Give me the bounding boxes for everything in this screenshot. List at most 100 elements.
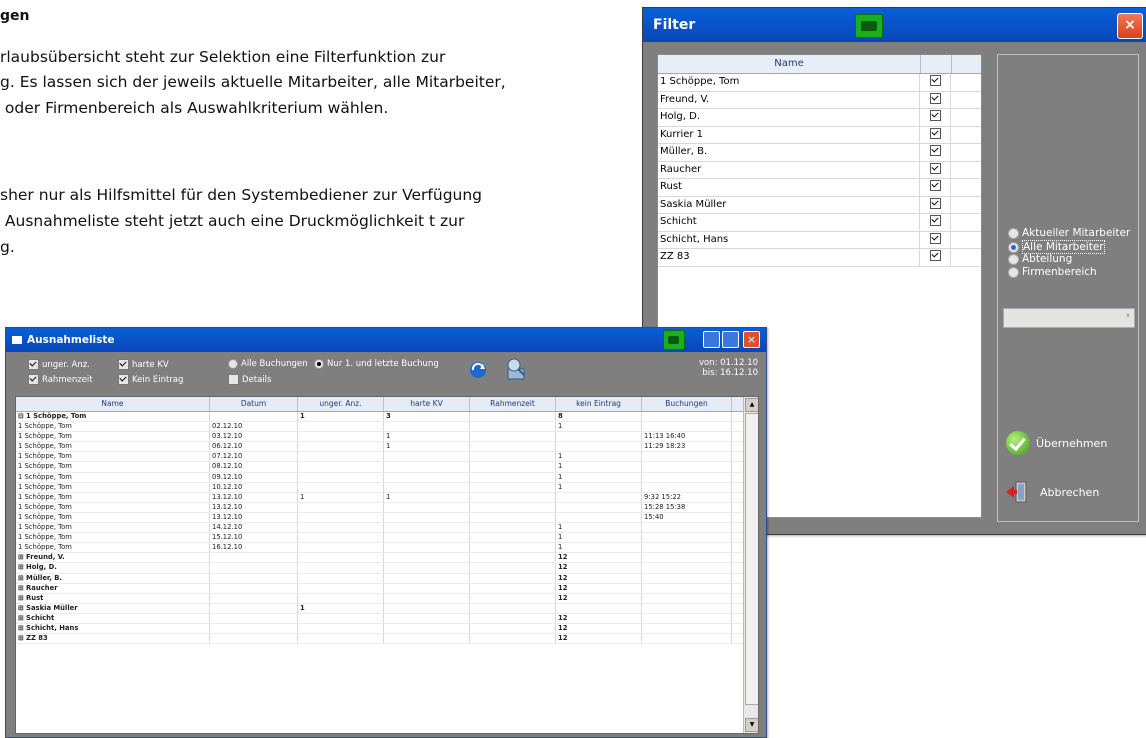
printer-icon (668, 336, 679, 344)
group-row[interactable]: ⊞ ZZ 83 12 (16, 634, 758, 645)
table-cell: 1 (384, 432, 470, 442)
table-cell (642, 523, 732, 533)
radio-icon (228, 359, 238, 369)
group-row[interactable]: ⊞ Schicht 12 (16, 613, 758, 624)
option-unger-anz[interactable]: unger. Anz. (28, 359, 90, 370)
table-row[interactable]: 1 Schöppe, Tom 06.12.10 1 11:29 18:23 (16, 442, 758, 453)
table-row[interactable]: 1 Schöppe, Tom 03.12.10 1 11:13 16:40 (16, 432, 758, 443)
filter-row-checkbox[interactable] (920, 161, 951, 178)
table-cell (642, 583, 732, 593)
table-cell (298, 502, 384, 512)
table-row[interactable]: 1 Schöppe, Tom 08.12.10 1 (16, 462, 758, 473)
option-details[interactable]: Details (228, 374, 271, 385)
scroll-down-icon[interactable]: ▼ (745, 718, 758, 732)
table-row[interactable]: 1 Schöppe, Tom 07.12.10 1 (16, 452, 758, 463)
filter-row[interactable]: Holg, D. (658, 109, 981, 127)
filter-row[interactable]: Schicht, Hans (658, 231, 981, 249)
option-nur-erste-letzte[interactable]: Nur 1. und letzte Buchung (314, 359, 439, 369)
filter-row-checkbox[interactable] (920, 196, 951, 213)
group-row[interactable]: ⊟ 1 Schöppe, Tom 1 3 8 (16, 412, 758, 423)
radio-selected-icon (314, 359, 324, 369)
group-row[interactable]: ⊞ Rust 12 (16, 593, 758, 604)
table-cell: 12 (556, 563, 642, 573)
filter-row-checkbox[interactable] (920, 91, 951, 108)
table-cell: 1 (384, 492, 470, 502)
table-row[interactable]: 1 Schöppe, Tom 09.12.10 1 (16, 472, 758, 483)
filter-row[interactable]: Müller, B. (658, 144, 981, 162)
filter-row-checkbox[interactable] (920, 179, 951, 196)
filter-row-checkbox[interactable] (920, 231, 951, 248)
table-cell (556, 492, 642, 502)
filter-row[interactable]: Saskia Müller (658, 196, 981, 214)
filter-row-checkbox[interactable] (920, 214, 951, 231)
option-harte-kv[interactable]: harte KV (118, 359, 169, 370)
close-button[interactable]: × (1117, 13, 1143, 39)
table-row[interactable]: 1 Schöppe, Tom 10.12.10 1 (16, 482, 758, 493)
group-row[interactable]: ⊞ Freund, V. 12 (16, 553, 758, 564)
filter-row[interactable]: Raucher (658, 161, 981, 179)
checkbox-checked-icon (929, 197, 941, 209)
filter-row[interactable]: Freund, V. (658, 91, 981, 109)
column-header[interactable]: unger. Anz. (298, 397, 384, 411)
table-cell (470, 623, 556, 634)
table-row[interactable]: 1 Schöppe, Tom 13.12.10 1 1 9:32 15:22 (16, 492, 758, 503)
group-row[interactable]: ⊞ Müller, B. 12 (16, 573, 758, 584)
cancel-button[interactable]: Abbrechen (1006, 480, 1099, 504)
maximize-button[interactable] (722, 331, 739, 348)
search-person-icon[interactable] (504, 357, 530, 383)
filter-row-checkbox[interactable] (920, 144, 951, 161)
column-header[interactable]: Rahmenzeit (470, 397, 556, 411)
radio-alle-mitarbeiter[interactable]: Alle Mitarbeiter (1008, 240, 1105, 254)
column-header[interactable]: kein Eintrag (556, 397, 642, 411)
table-cell (384, 533, 470, 543)
table-cell: 1 Schöppe, Tom (16, 452, 210, 462)
filter-row-checkbox[interactable] (920, 126, 951, 143)
filter-row[interactable]: ZZ 83 (658, 249, 981, 267)
column-header-spacer (952, 55, 980, 73)
radio-abteilung[interactable]: Abteilung (1008, 253, 1072, 265)
apply-button[interactable]: Übernehmen (1006, 431, 1107, 455)
radio-aktueller-mitarbeiter[interactable]: Aktueller Mitarbeiter (1008, 227, 1130, 239)
group-row[interactable]: ⊞ Schicht, Hans 12 (16, 623, 758, 635)
table-row[interactable]: 1 Schöppe, Tom 02.12.10 1 (16, 422, 758, 433)
table-cell (470, 502, 556, 512)
table-cell (470, 523, 556, 533)
table-row[interactable]: 1 Schöppe, Tom 14.12.10 1 (16, 523, 758, 534)
column-header[interactable]: harte KV (384, 397, 470, 411)
table-cell (642, 613, 732, 623)
option-kein-eintrag[interactable]: Kein Eintrag (118, 374, 183, 385)
group-row[interactable]: ⊞ Saskia Müller 1 (16, 603, 758, 614)
filter-row-checkbox[interactable] (920, 249, 951, 266)
filter-row[interactable]: Rust (658, 179, 981, 197)
table-row[interactable]: 1 Schöppe, Tom 15.12.10 1 (16, 533, 758, 544)
option-alle-buchungen[interactable]: Alle Buchungen (228, 359, 308, 369)
table-row[interactable]: 1 Schöppe, Tom 13.12.10 15:28 15:38 (16, 502, 758, 513)
filter-row-name: 1 Schöppe, Tom (658, 74, 920, 91)
print-button[interactable] (663, 330, 685, 350)
selection-combobox[interactable]: ▾ (1003, 308, 1135, 328)
group-row[interactable]: ⊞ Holg, D. 12 (16, 563, 758, 574)
table-row[interactable]: 1 Schöppe, Tom 13.12.10 15:40 (16, 512, 758, 524)
option-rahmenzeit[interactable]: Rahmenzeit (28, 374, 93, 385)
filter-row[interactable]: Kurrier 1 (658, 126, 981, 144)
table-row[interactable]: 1 Schöppe, Tom 16.12.10 1 (16, 543, 758, 554)
scroll-up-icon[interactable]: ▲ (745, 398, 758, 412)
close-button[interactable]: × (743, 331, 760, 348)
column-header[interactable]: Buchungen (642, 397, 732, 411)
column-header[interactable]: Datum (210, 397, 298, 411)
filter-row[interactable]: Schicht (658, 214, 981, 232)
filter-row-checkbox[interactable] (920, 109, 951, 126)
radio-firmenbereich[interactable]: Firmenbereich (1008, 266, 1097, 278)
minimize-button[interactable] (703, 331, 720, 348)
filter-row[interactable]: 1 Schöppe, Tom (658, 74, 981, 92)
print-button[interactable] (855, 14, 883, 38)
vertical-scrollbar[interactable]: ▲ ▼ (743, 397, 758, 733)
checkbox-checked-icon (929, 250, 941, 261)
table-cell: 12 (556, 634, 642, 644)
scroll-thumb[interactable] (745, 413, 758, 705)
filter-row-checkbox[interactable] (920, 74, 951, 91)
table-cell (642, 634, 732, 644)
group-row[interactable]: ⊞ Raucher 12 (16, 583, 758, 594)
column-header[interactable]: Name (16, 397, 210, 411)
refresh-icon[interactable] (467, 359, 489, 381)
